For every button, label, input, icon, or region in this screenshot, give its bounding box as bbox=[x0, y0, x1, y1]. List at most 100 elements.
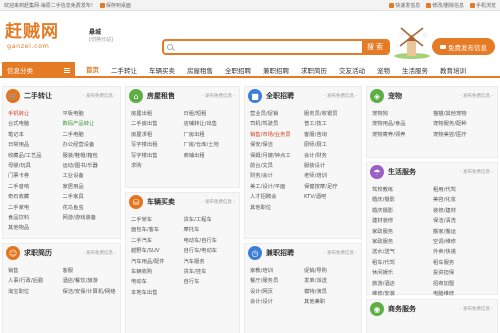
category-link[interactable]: 摩托车 bbox=[184, 227, 237, 234]
category-link[interactable]: 保洁/安保/计算机/网络 bbox=[63, 289, 118, 296]
save-desktop-link[interactable]: 保存到桌面 bbox=[99, 2, 131, 9]
category-link[interactable]: 数码产品转让 bbox=[63, 121, 118, 128]
category-link[interactable]: 电动车/自行车 bbox=[184, 238, 237, 245]
panel-title[interactable]: 房屋租售 bbox=[147, 91, 175, 101]
nav-item[interactable]: 生活服务 bbox=[396, 62, 434, 78]
category-link[interactable]: 日租/短租 bbox=[184, 111, 237, 118]
category-link[interactable]: 会计/设计 bbox=[250, 299, 304, 306]
category-link[interactable]: 工业设备 bbox=[63, 173, 118, 180]
panel-title[interactable]: 商务服务 bbox=[388, 304, 416, 314]
category-link[interactable]: 服装设计 bbox=[304, 163, 358, 170]
post-link[interactable]: - 发布免费信息 - bbox=[324, 250, 357, 256]
category-link[interactable]: KTV/酒吧 bbox=[304, 194, 358, 201]
category-link[interactable]: 家政服务 bbox=[372, 239, 433, 246]
category-link[interactable]: 保洁/清洗 bbox=[433, 218, 494, 225]
nav-item[interactable]: 房屋租售 bbox=[181, 62, 219, 78]
category-link[interactable]: 食品饮料 bbox=[8, 215, 63, 222]
category-link[interactable]: 建材装修 bbox=[372, 218, 433, 225]
category-link[interactable]: 发单/派送 bbox=[304, 278, 358, 285]
category-link[interactable]: 婚庆摄影 bbox=[372, 208, 433, 215]
category-link[interactable]: 厂房/仓库/土地 bbox=[184, 142, 237, 149]
post-link[interactable]: - 发布免费信息 - bbox=[202, 93, 235, 99]
category-link[interactable]: 求购 bbox=[131, 163, 184, 170]
category-link[interactable]: 其他兼职 bbox=[304, 299, 358, 306]
category-link[interactable]: 装修/建材 bbox=[433, 208, 494, 215]
category-link[interactable]: 客服 bbox=[63, 268, 118, 275]
category-link[interactable]: 人才招聘会 bbox=[250, 194, 304, 201]
category-link[interactable]: 销售 bbox=[8, 268, 63, 275]
category-link[interactable]: 服装/鞋帽/箱包 bbox=[63, 153, 118, 160]
category-link[interactable]: 商铺出租 bbox=[184, 153, 237, 160]
post-link[interactable]: - 发布免费信息 - bbox=[202, 199, 235, 205]
category-link[interactable]: 营业员/促销 bbox=[250, 111, 304, 118]
category-link[interactable]: 保健按摩/足疗 bbox=[304, 184, 358, 191]
category-link[interactable]: 人事/行政/后勤 bbox=[8, 278, 63, 285]
panel-title[interactable]: 生活服务 bbox=[388, 167, 416, 177]
nav-item[interactable]: 车辆买卖 bbox=[143, 62, 181, 78]
category-link[interactable]: 驾校教练 bbox=[372, 187, 433, 194]
category-link[interactable]: 婚庆/摄影 bbox=[372, 197, 433, 204]
category-link[interactable]: 休闲娱乐 bbox=[372, 270, 433, 277]
panel-title[interactable]: 车辆买卖 bbox=[147, 197, 175, 207]
category-link[interactable]: 促销/导购 bbox=[304, 268, 358, 275]
category-link[interactable]: 维修/安装 bbox=[372, 291, 433, 298]
search-input[interactable] bbox=[164, 41, 362, 53]
category-link[interactable]: 家政服务 bbox=[372, 229, 433, 236]
category-link[interactable]: 电脑维修 bbox=[433, 291, 494, 298]
category-link[interactable]: 二手电脑 bbox=[63, 132, 118, 139]
category-link[interactable]: 自行车/电动车 bbox=[184, 248, 237, 255]
category-link[interactable]: 货车/挂车 bbox=[184, 269, 237, 276]
category-link[interactable]: 日常用品 bbox=[8, 142, 63, 149]
category-link[interactable]: 二手家具 bbox=[63, 194, 118, 201]
nav-item[interactable]: 兼职招聘 bbox=[257, 62, 295, 78]
panel-title[interactable]: 兼职招聘 bbox=[266, 248, 294, 258]
category-link[interactable]: 手机转让 bbox=[8, 111, 63, 118]
category-link[interactable]: 二手轿车 bbox=[131, 217, 184, 224]
category-link[interactable]: 面包车/客车 bbox=[131, 227, 184, 234]
manage-link[interactable]: 修改/删除信息 bbox=[426, 2, 464, 9]
category-link[interactable]: 电动车 bbox=[131, 279, 184, 286]
category-link[interactable]: 美工/设计/平面 bbox=[250, 184, 304, 191]
category-link[interactable]: 写字楼出售 bbox=[131, 153, 184, 160]
category-link[interactable]: 运动/图书/乐器 bbox=[63, 163, 118, 170]
switch-city-link[interactable]: [切换分站] bbox=[89, 36, 113, 43]
category-link[interactable]: 厂房出租 bbox=[184, 132, 237, 139]
category-link[interactable]: 其他物品 bbox=[8, 225, 63, 232]
category-link[interactable]: 淘宝职位 bbox=[8, 289, 63, 296]
fast-post-link[interactable]: 快速发信息 bbox=[389, 2, 420, 9]
nav-item[interactable]: 教育培训 bbox=[434, 62, 472, 78]
category-link[interactable]: 汽车用品/配件 bbox=[131, 259, 184, 266]
category-link[interactable]: 厨师/厨工 bbox=[304, 142, 358, 149]
category-link[interactable]: 台式电脑 bbox=[8, 121, 63, 128]
category-link[interactable]: 车辆收购 bbox=[131, 269, 184, 276]
category-link[interactable]: 保姆/月嫂/钟点工 bbox=[250, 153, 304, 160]
nav-item[interactable]: 交友活动 bbox=[333, 62, 371, 78]
post-link[interactable]: - 发布免费信息 - bbox=[83, 93, 116, 99]
category-link[interactable]: 房屋出租 bbox=[131, 111, 184, 118]
category-link[interactable]: 二手汽车 bbox=[131, 238, 184, 245]
category-link[interactable]: 租车服务 bbox=[433, 260, 494, 267]
nav-item[interactable]: 求职简历 bbox=[295, 62, 333, 78]
category-link[interactable]: 保安/保洁 bbox=[250, 142, 304, 149]
category-link[interactable]: 二手家电 bbox=[8, 205, 63, 212]
category-link[interactable]: 销售/市场/业务员 bbox=[250, 132, 304, 139]
category-link[interactable]: 餐厅/服务员 bbox=[250, 278, 304, 285]
category-link[interactable]: 写字楼出租 bbox=[131, 142, 184, 149]
category-link[interactable]: 网游/游戏装备 bbox=[63, 215, 118, 222]
category-link[interactable]: 家居用品 bbox=[63, 184, 118, 191]
category-link[interactable]: 门票卡券 bbox=[8, 173, 63, 180]
category-link[interactable]: 办公经营设备 bbox=[63, 142, 118, 149]
category-link[interactable]: 前台/文员 bbox=[250, 163, 304, 170]
post-link[interactable]: - 发布免费信息 - bbox=[460, 169, 493, 175]
nav-item[interactable]: 二手转让 bbox=[105, 62, 143, 78]
category-link[interactable]: 货车/工程车 bbox=[184, 217, 237, 224]
category-link[interactable]: 宠物服务/配种 bbox=[433, 121, 494, 128]
free-post-button[interactable]: 免费发布信息 bbox=[432, 38, 495, 55]
category-link[interactable]: 房屋求租 bbox=[131, 132, 184, 139]
category-link[interactable]: 二手音响 bbox=[8, 184, 63, 191]
search-button[interactable]: 搜 索 bbox=[362, 41, 388, 53]
category-link[interactable]: 客服/咨询 bbox=[304, 132, 358, 139]
category-link[interactable]: 旅游/酒店 bbox=[372, 281, 433, 288]
post-link[interactable]: - 发布免费信息 - bbox=[460, 93, 493, 99]
category-link[interactable]: 花鸟鱼虫 bbox=[63, 205, 118, 212]
